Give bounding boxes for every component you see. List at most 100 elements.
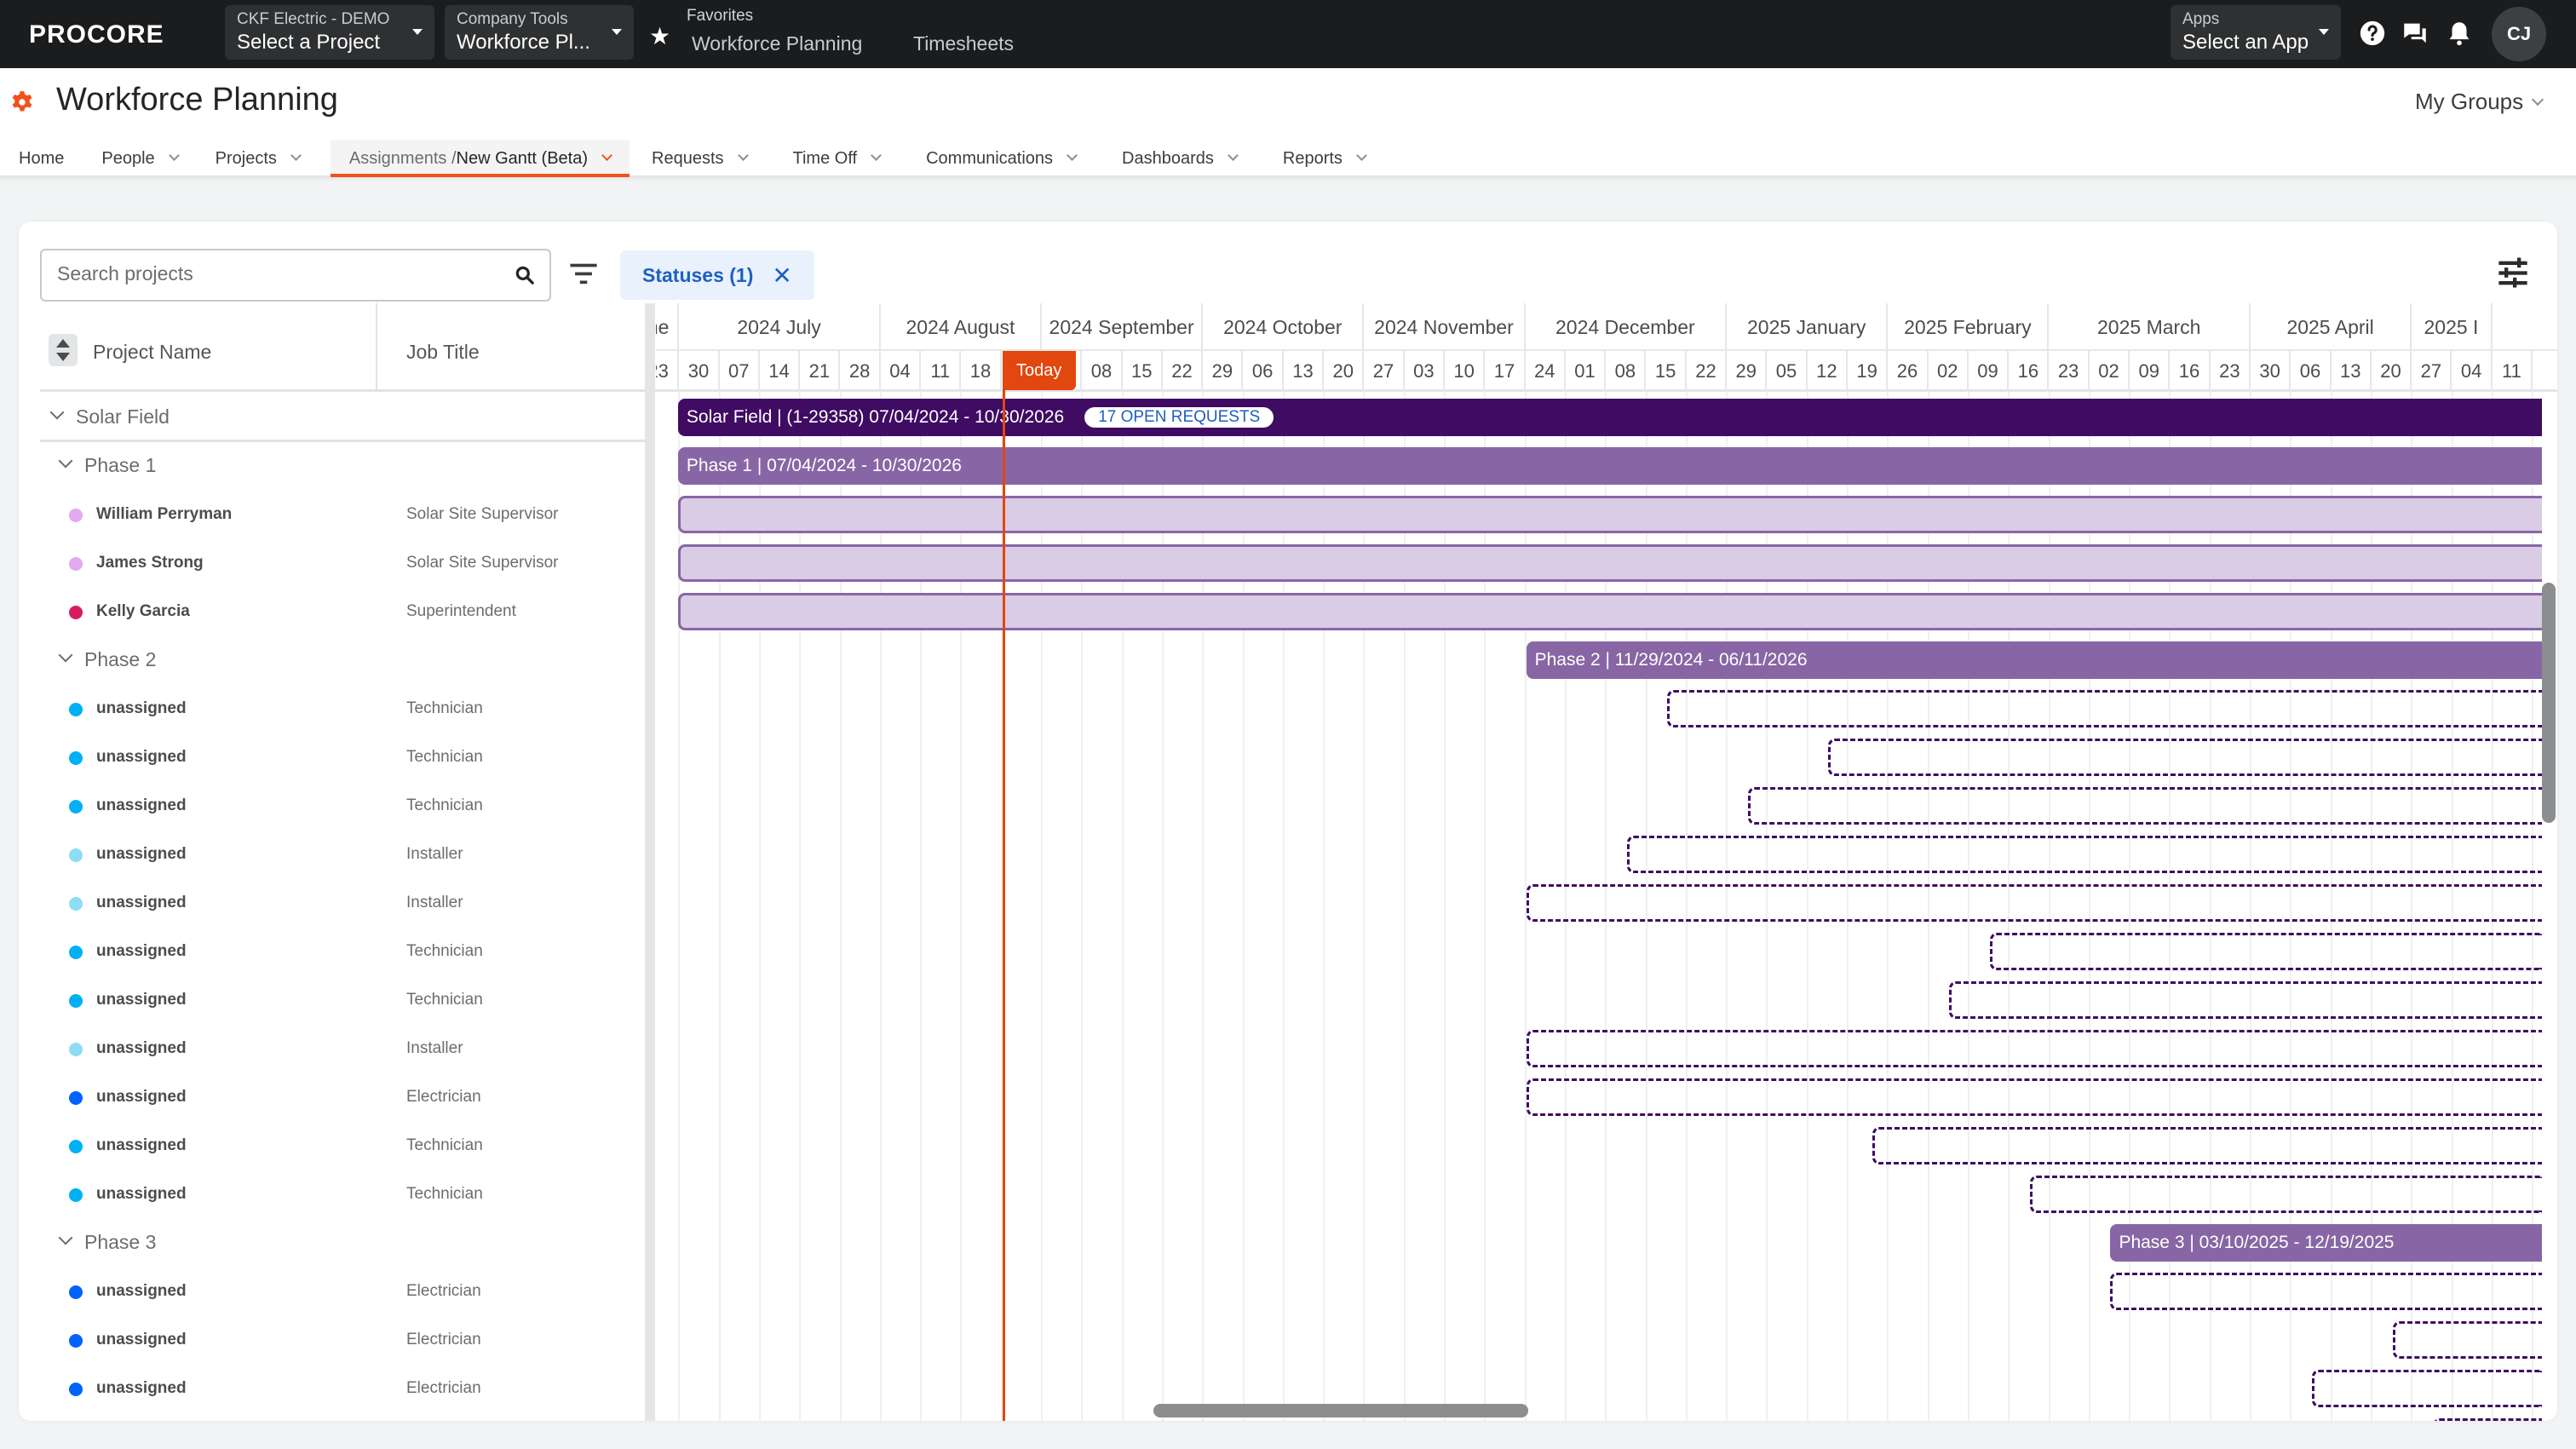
chat-icon[interactable] — [2401, 19, 2429, 48]
tool-selector[interactable]: Company Tools Workforce Pl... — [445, 5, 634, 60]
assignment-row[interactable]: unassigned Technician — [40, 1170, 645, 1219]
assignment-row[interactable]: unassigned Installer — [40, 831, 645, 879]
person-name[interactable]: James Strong — [96, 554, 204, 572]
nav-communications[interactable]: Communications — [907, 140, 1095, 177]
panel-splitter[interactable] — [645, 303, 655, 1421]
request-bar[interactable] — [1526, 1030, 2542, 1067]
assignment-row[interactable]: unassigned Installer — [40, 1025, 645, 1073]
search-icon[interactable] — [514, 264, 536, 286]
user-avatar[interactable]: CJ — [2492, 7, 2546, 61]
request-bar[interactable] — [2029, 1176, 2542, 1213]
request-bar[interactable] — [1828, 739, 2542, 776]
request-bar[interactable] — [1949, 981, 2542, 1019]
phase-bar[interactable]: Phase 2 | 11/29/2024 - 06/11/2026 — [1526, 641, 2542, 679]
bell-icon[interactable] — [2445, 19, 2474, 48]
chevron-down-icon[interactable] — [58, 453, 73, 469]
phase-row[interactable]: Phase 3 — [40, 1219, 645, 1268]
phase-bar[interactable]: Phase 1 | 07/04/2024 - 10/30/2026 — [677, 447, 2542, 485]
assignment-row[interactable]: James Strong Solar Site Supervisor — [40, 539, 645, 588]
assignment-row[interactable]: unassigned Technician — [40, 782, 645, 831]
person-name[interactable]: unassigned — [96, 748, 187, 767]
nav-people[interactable]: People — [83, 140, 196, 177]
sort-icon[interactable] — [49, 334, 78, 366]
request-bar[interactable] — [1526, 1078, 2542, 1116]
assignment-row[interactable]: unassigned Technician — [40, 733, 645, 782]
horizontal-scrollbar[interactable] — [1153, 1404, 1528, 1417]
procore-logo[interactable]: PROCORE — [29, 20, 164, 49]
person-name[interactable]: unassigned — [96, 991, 187, 1009]
person-name[interactable]: unassigned — [96, 1039, 187, 1058]
column-header-project-name[interactable]: Project Name — [93, 341, 211, 364]
person-name[interactable]: Kelly Garcia — [96, 602, 190, 621]
column-header-job-title[interactable]: Job Title — [406, 341, 480, 364]
request-bar[interactable] — [2432, 1418, 2542, 1421]
assignment-row[interactable]: unassigned Electrician — [40, 1073, 645, 1122]
nav-dashboards[interactable]: Dashboards — [1103, 140, 1256, 177]
assign-bar[interactable] — [677, 496, 2542, 533]
nav-time-off[interactable]: Time Off — [774, 140, 900, 177]
star-icon[interactable]: ★ — [649, 22, 670, 50]
assignment-row[interactable]: unassigned Electrician — [40, 1316, 645, 1365]
phase-row[interactable]: Phase 2 — [40, 636, 645, 685]
assignment-row[interactable]: unassigned Technician — [40, 1122, 645, 1170]
search-projects[interactable] — [40, 249, 551, 302]
app-selector[interactable]: Apps Select an App — [2171, 5, 2341, 60]
request-bar[interactable] — [1667, 690, 2542, 727]
person-name[interactable]: unassigned — [96, 845, 187, 864]
nav-requests[interactable]: Requests — [633, 140, 766, 177]
column-divider[interactable] — [376, 303, 377, 392]
person-name[interactable]: unassigned — [96, 1185, 187, 1204]
request-bar[interactable] — [2110, 1273, 2542, 1310]
person-name[interactable]: unassigned — [96, 1379, 187, 1398]
assign-bar[interactable] — [677, 593, 2542, 630]
search-input[interactable] — [57, 262, 500, 285]
assignment-row[interactable]: unassigned Installer — [40, 879, 645, 928]
chevron-down-icon[interactable] — [58, 647, 73, 663]
assignment-row[interactable]: Kelly Garcia Superintendent — [40, 588, 645, 636]
nav-home[interactable]: Home — [0, 140, 83, 177]
request-bar[interactable] — [1626, 836, 2542, 873]
request-bar[interactable] — [1872, 1127, 2542, 1164]
my-groups-dropdown[interactable]: My Groups — [2415, 89, 2544, 115]
person-name[interactable]: unassigned — [96, 942, 187, 961]
assignment-row[interactable]: William Perryman Solar Site Supervisor — [40, 491, 645, 539]
phase-row[interactable]: Phase 1 — [40, 442, 645, 491]
vertical-scrollbar[interactable] — [2542, 583, 2556, 823]
clear-filter-icon[interactable]: ✕ — [772, 262, 791, 290]
assignment-row[interactable]: unassigned Technician — [40, 976, 645, 1025]
project-row[interactable]: Solar Field — [40, 394, 645, 442]
assignment-row[interactable]: unassigned Technician — [40, 928, 645, 976]
today-marker[interactable]: Today — [1002, 351, 1076, 390]
request-bar[interactable] — [1747, 787, 2542, 825]
assign-bar[interactable] — [677, 544, 2542, 582]
assignment-row[interactable]: unassigned Technician — [40, 685, 645, 733]
person-name[interactable]: unassigned — [96, 1136, 187, 1155]
phase-bar[interactable]: Phase 3 | 03/10/2025 - 12/19/2025 — [2110, 1224, 2542, 1262]
request-bar[interactable] — [2311, 1370, 2542, 1407]
person-name[interactable]: unassigned — [96, 1282, 187, 1301]
help-icon[interactable] — [2358, 19, 2387, 48]
person-name[interactable]: unassigned — [96, 796, 187, 815]
nav-projects[interactable]: Projects — [197, 140, 319, 177]
request-bar[interactable] — [2392, 1321, 2542, 1359]
favorite-timesheets[interactable]: Timesheets — [913, 32, 1014, 55]
person-name[interactable]: unassigned — [96, 1331, 187, 1349]
project-bar[interactable]: Solar Field | (1-29358) 07/04/2024 - 10/… — [677, 399, 2542, 436]
request-bar[interactable] — [1526, 884, 2542, 922]
open-requests-badge[interactable]: 17 OPEN REQUESTS — [1084, 407, 1274, 428]
assignment-row[interactable]: unassigned Electrician — [40, 1268, 645, 1316]
chevron-down-icon[interactable] — [49, 405, 65, 420]
statuses-filter-chip[interactable]: Statuses (1) ✕ — [620, 250, 814, 300]
assignment-row[interactable]: unassigned Electrician — [40, 1365, 645, 1413]
person-name[interactable]: William Perryman — [96, 505, 232, 524]
favorite-workforce-planning[interactable]: Workforce Planning — [692, 32, 862, 55]
project-selector[interactable]: CKF Electric - DEMO Select a Project — [225, 5, 434, 60]
person-name[interactable]: unassigned — [96, 894, 187, 912]
column-settings-icon[interactable] — [2496, 256, 2530, 290]
nav-assignments[interactable]: Assignments / New Gantt (Beta) — [330, 140, 630, 177]
nav-reports[interactable]: Reports — [1264, 140, 1384, 177]
chevron-down-icon[interactable] — [58, 1230, 73, 1245]
filter-icon[interactable] — [569, 261, 598, 286]
person-name[interactable]: unassigned — [96, 699, 187, 718]
request-bar[interactable] — [1989, 933, 2542, 970]
